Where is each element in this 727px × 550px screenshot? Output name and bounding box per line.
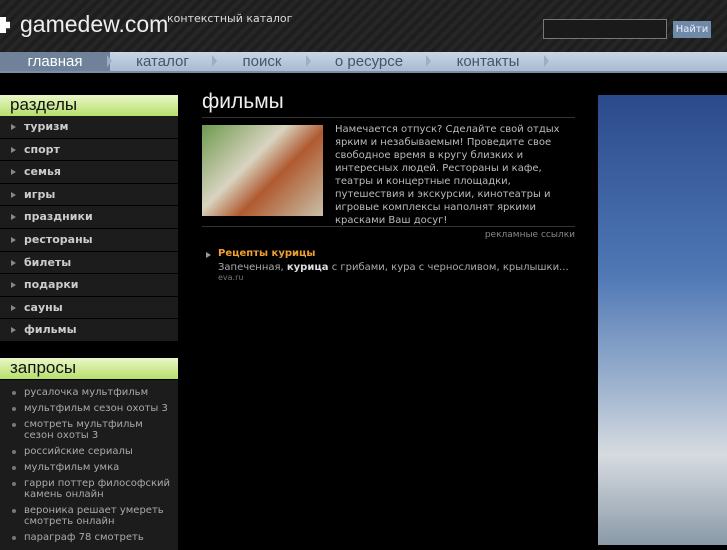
sections-list: туризм спорт семья игры праздники рестор… <box>0 116 178 342</box>
ad-text-start: Запеченная, <box>218 262 287 273</box>
section-label: фильмы <box>24 323 77 337</box>
tab-search[interactable]: поиск <box>215 52 311 71</box>
section-item[interactable]: праздники <box>0 206 178 229</box>
section-item[interactable]: сауны <box>0 297 178 320</box>
arrow-icon <box>11 169 16 176</box>
ad-text-bold: курица <box>286 262 329 273</box>
section-label: туризм <box>24 120 69 133</box>
section-label: рестораны <box>24 232 93 246</box>
search-input[interactable] <box>543 19 667 39</box>
arrow-icon <box>11 304 16 311</box>
main-nav: главная каталог поиск о ресурсе контакты <box>0 52 727 73</box>
query-link[interactable]: параграф 78 смотреть <box>12 532 172 543</box>
logo-icon <box>0 17 10 33</box>
section-item[interactable]: билеты <box>0 252 178 275</box>
arrow-icon <box>11 214 16 221</box>
ad-title-link[interactable]: Рецепты курицы <box>218 248 575 259</box>
logo[interactable]: gamedew.com <box>20 11 168 38</box>
section-item[interactable]: семья <box>0 161 178 184</box>
section-item[interactable]: подарки <box>0 274 178 297</box>
section-item[interactable]: фильмы <box>0 319 178 342</box>
arrow-icon <box>11 236 16 243</box>
tab-contacts[interactable]: контакты <box>429 52 549 71</box>
intro-text: Намечается отпуск? Сделайте свой отдых я… <box>335 124 560 226</box>
arrow-icon <box>11 124 16 130</box>
section-label: сауны <box>24 300 63 314</box>
tab-catalog[interactable]: каталог <box>110 52 217 71</box>
ads-label: рекламные ссылки <box>484 230 575 240</box>
search-button[interactable]: Найти <box>673 21 711 38</box>
ad-text: Запеченная, курица с грибами, кура с чер… <box>218 262 575 273</box>
arrow-icon <box>11 327 16 334</box>
section-label: спорт <box>24 142 60 156</box>
arrow-icon <box>11 282 16 289</box>
tab-home[interactable]: главная <box>0 52 112 71</box>
arrow-icon <box>206 252 211 258</box>
tab-about[interactable]: о ресурсе <box>309 52 431 71</box>
section-label: билеты <box>24 255 72 269</box>
header: gamedew.com контекстный каталог Найти <box>0 0 727 52</box>
section-item[interactable]: рестораны <box>0 229 178 252</box>
tagline: контекстный каталог <box>167 12 293 25</box>
arrow-icon <box>11 146 16 153</box>
query-link[interactable]: мультфильм сезон охоты 3 <box>12 403 172 414</box>
sections-heading: разделы <box>0 95 178 116</box>
query-link[interactable]: российские сериалы <box>12 446 172 457</box>
page-title: фильмы <box>202 90 575 118</box>
queries-list: русалочка мультфильм мультфильм сезон ох… <box>0 380 178 550</box>
section-label: подарки <box>24 278 79 292</box>
query-link[interactable]: русалочка мультфильм <box>12 387 172 398</box>
skateboarder-image <box>598 95 727 545</box>
queries-heading: запросы <box>0 358 178 379</box>
query-link[interactable]: гарри поттер философский камень онлайн <box>12 478 172 500</box>
section-label: игры <box>24 187 56 201</box>
divider <box>202 226 575 227</box>
section-label: семья <box>24 165 61 179</box>
section-item[interactable]: спорт <box>0 139 178 162</box>
ad-item: Рецепты курицы Запеченная, курица с гриб… <box>202 248 575 282</box>
section-item[interactable]: туризм <box>0 116 178 139</box>
arrow-icon <box>11 191 16 198</box>
hammock-photo <box>202 125 323 216</box>
section-item[interactable]: игры <box>0 184 178 207</box>
arrow-icon <box>11 259 16 266</box>
query-link[interactable]: мультфильм умка <box>12 462 172 473</box>
ad-url[interactable]: eva.ru <box>218 273 575 282</box>
ad-text-end: с грибами, кура с черносливом, крылышки.… <box>328 262 569 273</box>
query-link[interactable]: смотреть мультфильм сезон охоты 3 <box>12 419 172 441</box>
section-label: праздники <box>24 210 93 224</box>
main-content: фильмы Намечается отпуск? Сделайте свой … <box>202 90 575 282</box>
query-link[interactable]: вероника решает умереть смотреть онлайн <box>12 505 172 527</box>
